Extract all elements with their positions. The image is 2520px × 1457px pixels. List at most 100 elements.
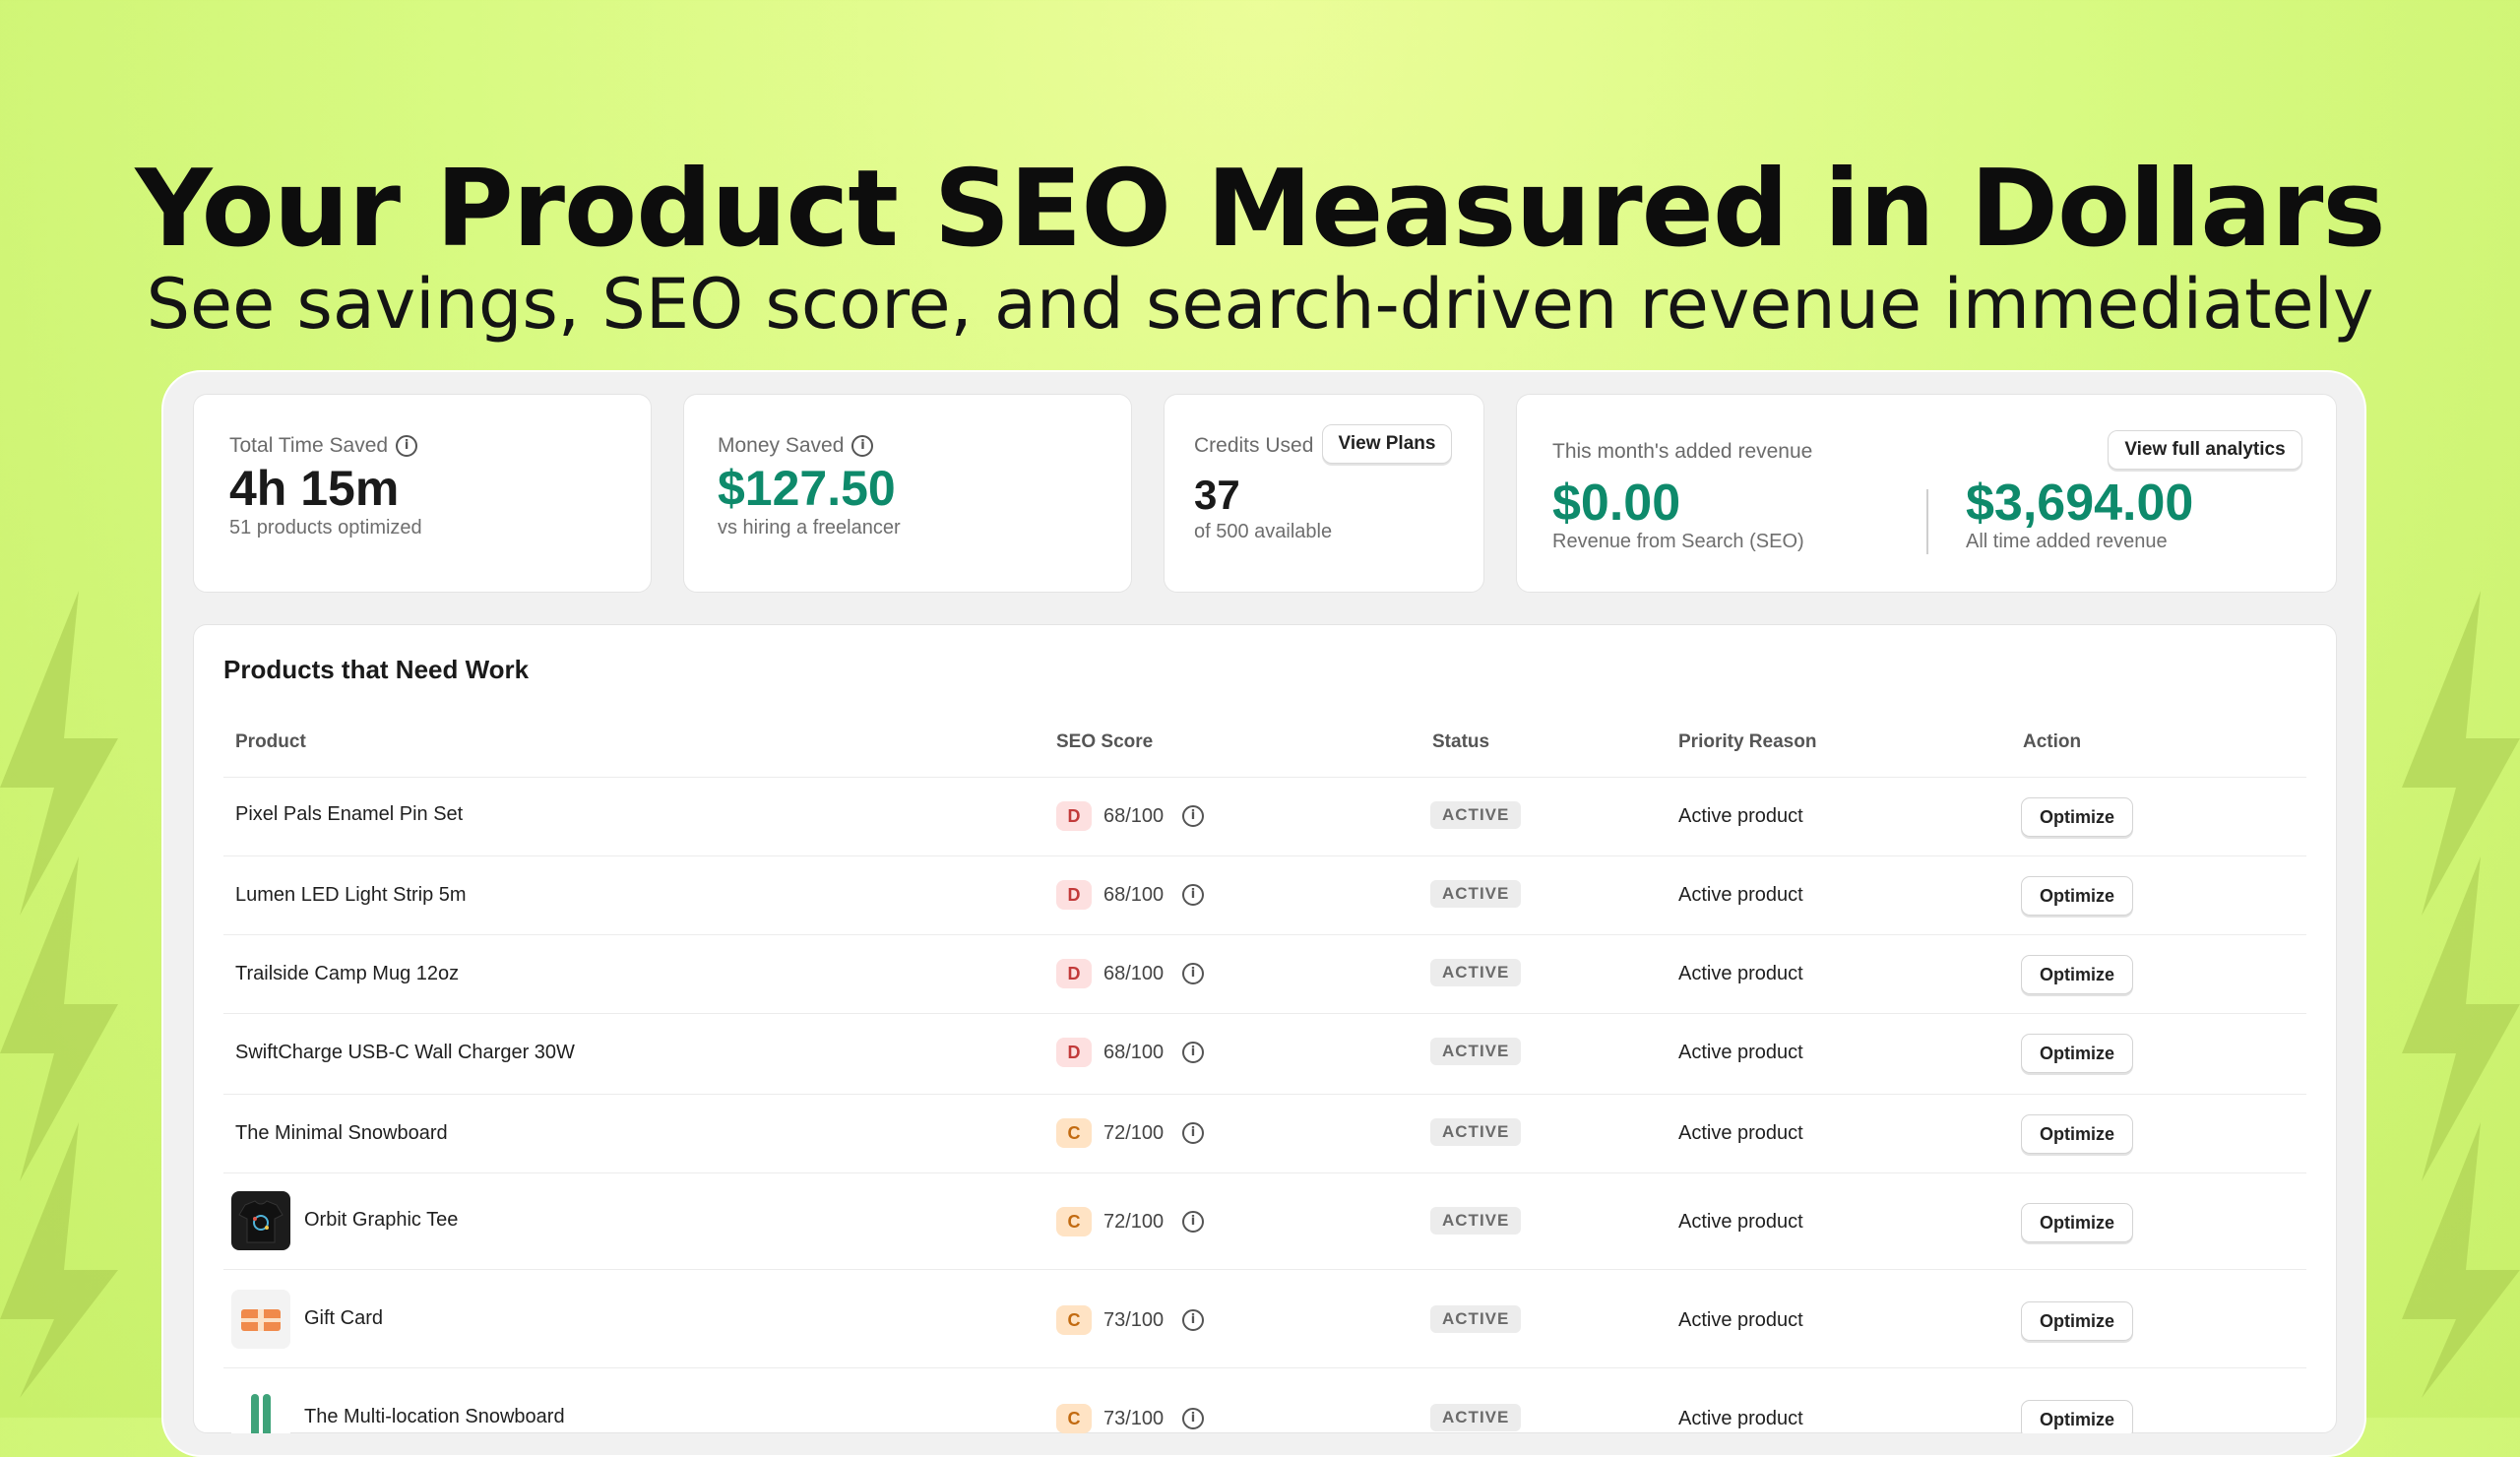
optimize-button[interactable]: Optimize [2021, 1114, 2133, 1154]
tshirt-icon [238, 1200, 284, 1243]
optimize-button[interactable]: Optimize [2021, 955, 2133, 994]
hero-subtitle: See savings, SEO score, and search-drive… [146, 264, 2374, 345]
status-badge: ACTIVE [1430, 959, 1522, 986]
grade-badge: D [1056, 801, 1092, 831]
priority-reason: Active product [1678, 1309, 1803, 1331]
optimize-button[interactable]: Optimize [2021, 876, 2133, 916]
grade-badge: C [1056, 1305, 1092, 1335]
status-badge: ACTIVE [1430, 801, 1522, 829]
table-row: SwiftCharge USB-C Wall Charger 30W D 68/… [223, 1013, 2306, 1095]
info-icon[interactable]: i [851, 435, 874, 458]
priority-reason: Active product [1678, 805, 1803, 827]
money-saved-card: Money Saved i $127.50 vs hiring a freelan… [683, 394, 1132, 593]
table-title: Products that Need Work [223, 655, 530, 684]
info-icon[interactable]: i [1182, 1408, 1204, 1429]
header-status: Status [1432, 731, 1490, 752]
product-name[interactable]: The Minimal Snowboard [235, 1122, 448, 1145]
table-row: Orbit Graphic Tee C 72/100 i ACTIVE Acti… [223, 1172, 2306, 1270]
priority-reason: Active product [1678, 1042, 1803, 1063]
table-row: Pixel Pals Enamel Pin Set D 68/100 i ACT… [223, 777, 2306, 856]
info-icon[interactable]: i [1182, 884, 1204, 906]
table-row: Gift Card C 73/100 i ACTIVE Active produ… [223, 1269, 2306, 1368]
money-saved-sub: vs hiring a freelancer [718, 517, 901, 538]
time-saved-value: 4h 15m [229, 461, 400, 516]
status-badge: ACTIVE [1430, 1207, 1522, 1235]
table-row: Lumen LED Light Strip 5m D 68/100 i ACTI… [223, 855, 2306, 935]
dollar-bolt-decoration-left [0, 591, 118, 1398]
product-thumbnail [231, 1191, 290, 1250]
month-revenue-sub: Revenue from Search (SEO) [1552, 531, 1804, 552]
hero-title: Your Product SEO Measured in Dollars [135, 148, 2385, 271]
revenue-divider [1926, 489, 1928, 554]
optimize-button[interactable]: Optimize [2021, 1203, 2133, 1242]
grade-badge: D [1056, 1038, 1092, 1067]
info-icon[interactable]: i [1182, 1042, 1204, 1063]
grade-badge: D [1056, 959, 1092, 988]
product-name[interactable]: Gift Card [304, 1307, 383, 1330]
header-action: Action [2023, 731, 2082, 752]
product-name[interactable]: Orbit Graphic Tee [304, 1209, 458, 1232]
info-icon[interactable]: i [396, 435, 418, 458]
priority-reason: Active product [1678, 884, 1803, 906]
info-icon[interactable]: i [1182, 805, 1204, 827]
grade-badge: C [1056, 1118, 1092, 1148]
optimize-button[interactable]: Optimize [2021, 1034, 2133, 1073]
product-name[interactable]: Lumen LED Light Strip 5m [235, 884, 467, 907]
view-plans-button[interactable]: View Plans [1322, 424, 1452, 464]
status-badge: ACTIVE [1430, 1038, 1522, 1065]
status-badge: ACTIVE [1430, 880, 1522, 908]
month-revenue-value: $0.00 [1552, 475, 1681, 532]
header-product: Product [235, 731, 306, 752]
table-row: Trailside Camp Mug 12oz D 68/100 i ACTIV… [223, 934, 2306, 1014]
time-saved-label: Total Time Saved [229, 434, 389, 457]
credits-card: Credits Used View Plans 37 of 500 availa… [1164, 394, 1484, 593]
optimize-button[interactable]: Optimize [2021, 1400, 2133, 1433]
money-saved-label: Money Saved [718, 434, 845, 457]
seo-score: 68/100 [1103, 963, 1165, 984]
grade-badge: C [1056, 1207, 1092, 1236]
header-seo-score: SEO Score [1056, 731, 1154, 752]
status-badge: ACTIVE [1430, 1118, 1522, 1146]
priority-reason: Active product [1678, 963, 1803, 984]
alltime-revenue-value: $3,694.00 [1966, 475, 2194, 532]
info-icon[interactable]: i [1182, 963, 1204, 984]
seo-score: 68/100 [1103, 884, 1165, 906]
priority-reason: Active product [1678, 1122, 1803, 1144]
money-saved-value: $127.50 [718, 461, 896, 516]
time-saved-sub: 51 products optimized [229, 517, 422, 538]
status-badge: ACTIVE [1430, 1305, 1522, 1333]
seo-score: 68/100 [1103, 1042, 1165, 1063]
money-saved-label-row: Money Saved i [718, 434, 874, 458]
optimize-button[interactable]: Optimize [2021, 1301, 2133, 1341]
view-analytics-button[interactable]: View full analytics [2108, 430, 2302, 470]
product-thumbnail [231, 1388, 290, 1433]
grade-badge: C [1056, 1404, 1092, 1433]
credits-value: 37 [1194, 472, 1240, 518]
product-name[interactable]: Trailside Camp Mug 12oz [235, 963, 459, 985]
product-thumbnail [231, 1290, 290, 1349]
seo-score: 72/100 [1103, 1211, 1165, 1233]
alltime-revenue-sub: All time added revenue [1966, 531, 2168, 552]
seo-score: 72/100 [1103, 1122, 1165, 1144]
table-row: The Multi-location Snowboard C 73/100 i … [223, 1367, 2306, 1433]
credits-sub: of 500 available [1194, 521, 1333, 542]
status-badge: ACTIVE [1430, 1404, 1522, 1431]
info-icon[interactable]: i [1182, 1211, 1204, 1233]
table-row: The Minimal Snowboard C 72/100 i ACTIVE … [223, 1094, 2306, 1173]
credits-label: Credits Used [1194, 434, 1314, 457]
info-icon[interactable]: i [1182, 1122, 1204, 1144]
revenue-label: This month's added revenue [1552, 440, 1813, 463]
seo-score: 73/100 [1103, 1408, 1165, 1429]
gift-card-icon [241, 1309, 281, 1331]
grade-badge: D [1056, 880, 1092, 910]
dollar-bolt-decoration-right [2402, 591, 2520, 1398]
time-saved-card: Total Time Saved i 4h 15m 51 products opt… [193, 394, 652, 593]
product-name[interactable]: SwiftCharge USB-C Wall Charger 30W [235, 1042, 575, 1064]
snowboard-icon [251, 1394, 271, 1433]
info-icon[interactable]: i [1182, 1309, 1204, 1331]
revenue-card: This month's added revenue View full ana… [1516, 394, 2337, 593]
optimize-button[interactable]: Optimize [2021, 797, 2133, 837]
product-name[interactable]: Pixel Pals Enamel Pin Set [235, 803, 463, 826]
priority-reason: Active product [1678, 1211, 1803, 1233]
header-priority-reason: Priority Reason [1678, 731, 1817, 752]
